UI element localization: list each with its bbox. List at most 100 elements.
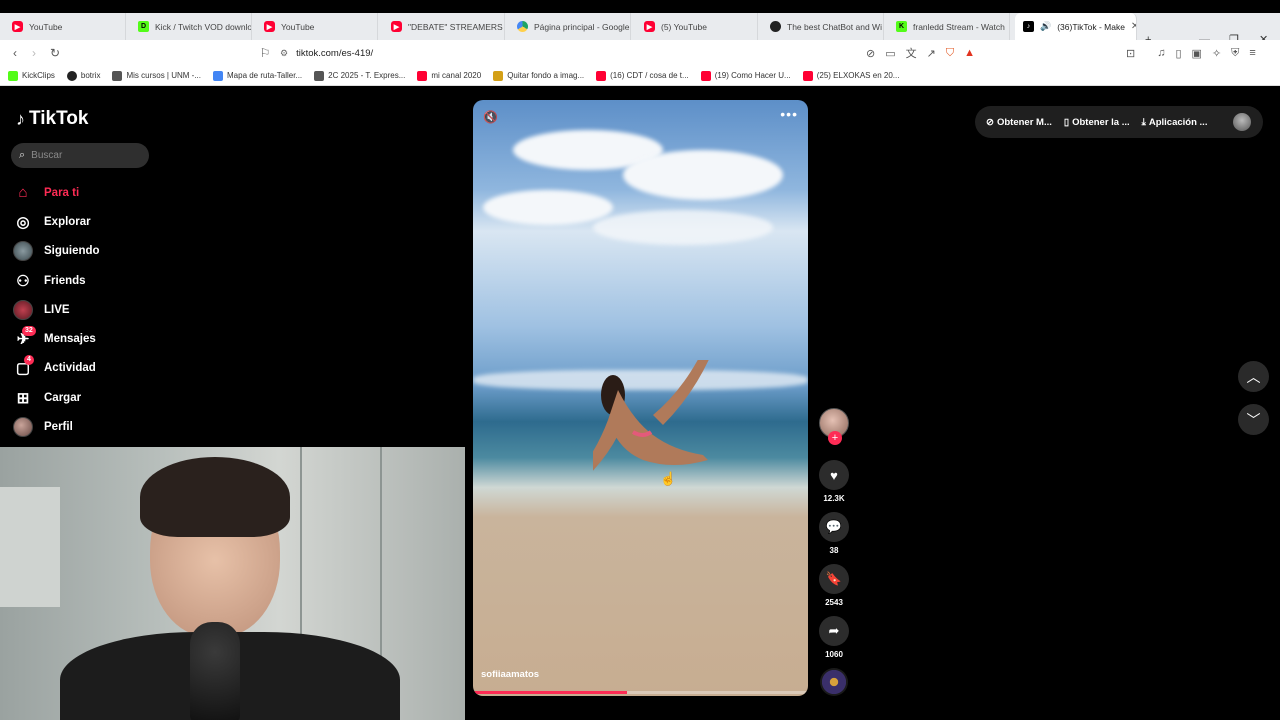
bookmark-label: KickClips	[22, 71, 55, 80]
tab-title: YouTube	[29, 21, 63, 32]
sidebar-item-label: Actividad	[44, 362, 96, 375]
microphone	[190, 622, 240, 720]
tab-title: Página principal - Google	[534, 21, 630, 32]
top-actions-bar: ⊘ Obtener M... ▯ Obtener la ... ⤓ Aplicació…	[975, 106, 1263, 138]
home-icon: ⌂	[18, 184, 28, 202]
bookmarks-bar: KickClips botrix Mis cursos | UNM -... M…	[0, 66, 1280, 86]
browser-tab[interactable]: ▶ (5) YouTube	[636, 13, 758, 40]
bookmark-item[interactable]: Mapa de ruta-Taller...	[213, 70, 302, 81]
button-label: Obtener M...	[996, 116, 1052, 128]
vpn-icon[interactable]: ⛨	[1231, 47, 1239, 60]
tab-title: "DEBATE" STREAMERS UN	[408, 21, 504, 32]
like-count: 12.3K	[823, 494, 845, 503]
video-progress-bar[interactable]	[473, 691, 808, 694]
user-avatar[interactable]	[1233, 113, 1251, 131]
chevron-up-icon: ︿	[1246, 368, 1261, 385]
youtube-icon	[700, 70, 711, 81]
bookmark-item[interactable]: mi canal 2020	[417, 70, 481, 81]
comment-icon: 💬	[819, 512, 849, 542]
bookmark-item[interactable]: (16) CDT / cosa de t...	[596, 70, 689, 81]
leo-ai-icon[interactable]: ✧	[1212, 47, 1221, 60]
music-disc-button[interactable]	[818, 668, 850, 696]
bookmark-item[interactable]: (19) Como Hacer U...	[700, 70, 791, 81]
sidebar-icon[interactable]: ▯	[1175, 47, 1181, 60]
previous-video-button[interactable]: ︿	[1238, 361, 1269, 392]
browser-tab[interactable]: ▶ YouTube	[4, 13, 126, 40]
download-app-button[interactable]: ⤓ Aplicación ...	[1142, 117, 1208, 128]
cloud	[593, 210, 773, 245]
media-icon[interactable]: ♫	[1157, 47, 1165, 59]
like-button[interactable]: ♥ 12.3K	[818, 460, 850, 503]
browser-tab[interactable]: ▶ YouTube	[256, 13, 378, 40]
reload-icon[interactable]: ↻	[46, 44, 64, 62]
top-black-strip	[0, 0, 1280, 13]
tiktok-logo[interactable]: ♪ TikTok	[16, 108, 88, 130]
browser-tab-bar: ▶ YouTube D Kick / Twitch VOD downlo ▶ YouT…	[0, 13, 1280, 46]
bookmark-item[interactable]: Quitar fondo a imag...	[493, 70, 584, 81]
bot-icon	[66, 70, 77, 81]
browser-tab-active[interactable]: ♪ 🔊 (36)TikTok - Make ✕	[1015, 13, 1137, 40]
sidebar-item-explorar[interactable]: ◎ Explorar	[12, 207, 212, 236]
bookmark-item[interactable]: botrix	[66, 70, 100, 81]
youtube-icon: ▶	[391, 21, 402, 32]
follow-plus-icon[interactable]: +	[828, 431, 842, 445]
sidebar-item-para-ti[interactable]: ⌂ Para ti	[12, 178, 212, 207]
friends-icon: ⚇	[16, 272, 30, 290]
bookmark-item[interactable]: (25) ELXOKAS en 20...	[802, 70, 899, 81]
bookmark-item[interactable]: 2C 2025 - T. Expres...	[314, 70, 406, 81]
sidebar-item-siguiendo[interactable]: Siguiendo	[12, 237, 212, 266]
chatbot-icon	[770, 21, 781, 32]
shelf	[0, 487, 60, 607]
translate-icon[interactable]: 文	[906, 45, 917, 61]
sidebar-item-mensajes[interactable]: ✈ 32 Mensajes	[12, 324, 212, 353]
brave-rewards-icon[interactable]: ▲	[964, 47, 975, 59]
video-username[interactable]: sofiiaamatos	[481, 669, 539, 680]
comment-button[interactable]: 💬 38	[818, 512, 850, 555]
browser-tab[interactable]: The best ChatBot and Wi	[762, 13, 884, 40]
cast-icon[interactable]: ▭	[885, 47, 895, 60]
forward-icon[interactable]: ›	[25, 44, 43, 62]
mute-icon[interactable]: 🔇	[483, 110, 498, 124]
no-tracking-icon[interactable]: ⊘	[866, 47, 875, 60]
site-info-icon[interactable]: ⚙	[280, 48, 288, 59]
youtube-icon	[417, 70, 428, 81]
bookmark-item[interactable]: Mis cursos | UNM -...	[112, 70, 201, 81]
sidebar-item-live[interactable]: LIVE	[12, 295, 212, 324]
browser-tab[interactable]: ▶ "DEBATE" STREAMERS UN	[383, 13, 505, 40]
coin-icon: ⊘	[986, 116, 994, 128]
menu-icon[interactable]: ≡	[1249, 47, 1255, 59]
browser-tab[interactable]: Kfranledd Stream - Watch	[888, 13, 1010, 40]
tab-search-icon[interactable]: ⊡	[1126, 47, 1135, 60]
get-coins-button[interactable]: ⊘ Obtener M...	[986, 117, 1052, 128]
browser-tab[interactable]: D Kick / Twitch VOD downlo	[130, 13, 252, 40]
button-label: Obtener la ...	[1072, 116, 1130, 128]
share-button[interactable]: ➦ 1060	[818, 616, 850, 659]
sidebar-item-friends[interactable]: ⚇ Friends	[12, 266, 212, 295]
wallet-icon[interactable]: ▣	[1192, 47, 1202, 60]
next-video-button[interactable]: ﹀	[1238, 404, 1269, 435]
sidebar-item-perfil[interactable]: Perfil	[12, 412, 212, 441]
back-icon[interactable]: ‹	[6, 44, 24, 62]
save-button[interactable]: 🔖 2543	[818, 564, 850, 607]
brave-shield-icon[interactable]: ⛉	[946, 47, 954, 60]
address-bar-actions: ⊘ ▭ 文 ↗ ⛉ ▲	[866, 44, 975, 62]
bookmark-item[interactable]: KickClips	[8, 70, 55, 81]
sidebar-item-label: Explorar	[44, 215, 91, 228]
sidebar-item-actividad[interactable]: ▢ 4 Actividad	[12, 354, 212, 383]
cloud	[623, 150, 783, 200]
bookmark-label: 2C 2025 - T. Expres...	[328, 71, 406, 80]
browser-tab[interactable]: Página principal - Google	[509, 13, 631, 40]
get-app-button[interactable]: ▯ Obtener la ...	[1064, 117, 1130, 128]
share-icon[interactable]: ↗	[927, 47, 936, 60]
save-count: 2543	[825, 598, 843, 607]
close-tab-icon[interactable]: ✕	[1131, 21, 1136, 32]
more-options-icon[interactable]: •••	[780, 106, 798, 122]
sidebar-item-label: Siguiendo	[44, 245, 100, 258]
activity-icon: ▢ 4	[12, 355, 34, 379]
sidebar-item-cargar[interactable]: ⊞ Cargar	[12, 383, 212, 412]
video-player[interactable]: 🔇 ••• sofiiaamatos	[473, 100, 808, 696]
toolbar-actions: ⊡ ♫ ▯ ▣ ✧ ⛨ ≡	[1126, 44, 1256, 62]
creator-avatar-button[interactable]: +	[818, 408, 850, 445]
bookmark-icon[interactable]: ⚐	[256, 44, 274, 62]
search-input[interactable]: ⌕ Buscar	[11, 143, 149, 168]
